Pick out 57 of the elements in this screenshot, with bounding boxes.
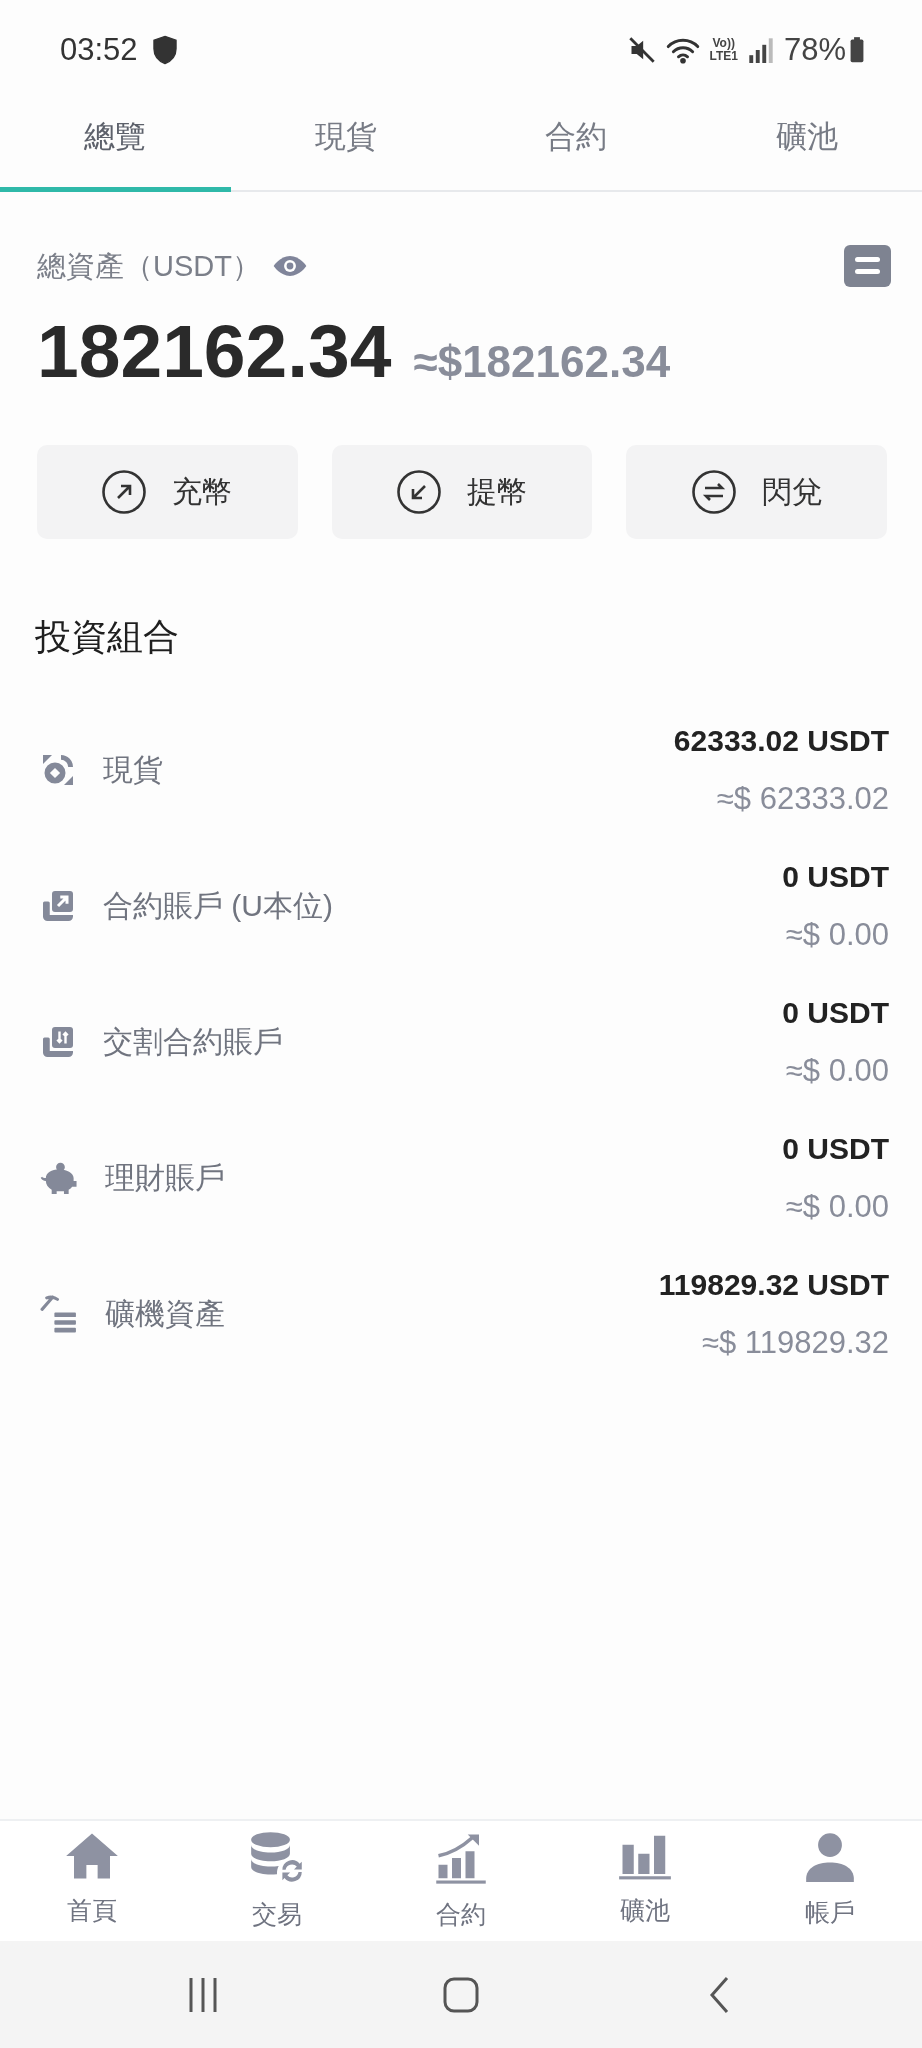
tab[interactable]: 合約 — [461, 100, 692, 192]
menu-icon[interactable] — [844, 245, 891, 287]
total-usd-value: ≈$182162.34 — [413, 337, 671, 387]
tab[interactable]: 現貨 — [230, 100, 461, 192]
tab[interactable]: 總覽 — [0, 100, 231, 192]
action-button[interactable]: 充幣 — [37, 445, 298, 539]
account-usd-value: ≈$ 119829.32 — [701, 1324, 889, 1362]
home-button-icon[interactable] — [443, 1976, 479, 2013]
mute-icon — [627, 36, 656, 64]
nav-item[interactable]: 首頁 — [0, 1821, 185, 1941]
tab[interactable]: 礦池 — [691, 100, 922, 192]
card-exchange-icon — [40, 1024, 76, 1060]
pickaxe-list-icon — [40, 1294, 78, 1334]
account-name: 現貨 — [103, 752, 163, 788]
action-button[interactable]: 閃兌 — [626, 445, 887, 539]
action-button[interactable]: 提幣 — [331, 445, 593, 539]
total-assets-label: 總資產（USDT） — [37, 249, 261, 284]
nav-item[interactable]: 合約 — [368, 1821, 554, 1941]
bar-chart-arrow-icon[interactable] — [434, 1831, 488, 1885]
piggy-bank-icon — [40, 1161, 78, 1195]
coin-diamond-icon — [40, 752, 76, 788]
battery-icon — [850, 37, 864, 63]
nav-item[interactable]: 礦池 — [553, 1821, 738, 1941]
account-balance: 0 USDT — [782, 995, 889, 1031]
back-icon[interactable] — [709, 1975, 729, 2014]
battery-percentage: 78% — [783, 31, 846, 69]
nav-item[interactable]: 交易 — [184, 1821, 369, 1941]
user-icon[interactable] — [803, 1831, 856, 1883]
total-balance: 182162.34 — [37, 309, 392, 393]
account-usd-value: ≈$ 0.00 — [785, 1188, 889, 1226]
account-balance: 0 USDT — [782, 1131, 889, 1167]
account-balance: 62333.02 USDT — [673, 723, 889, 759]
account-usd-value: ≈$ 62333.02 — [716, 780, 889, 818]
card-arrow-icon — [40, 888, 76, 924]
account-usd-value: ≈$ 0.00 — [785, 1052, 889, 1090]
network-label: LTE1 — [709, 50, 738, 63]
arrow-down-left-icon — [397, 470, 441, 514]
database-sync-icon[interactable] — [248, 1831, 305, 1885]
volte-label: Vo)) — [712, 37, 735, 50]
nav-item[interactable]: 帳戶 — [737, 1821, 922, 1941]
account-name: 理財賬戶 — [105, 1160, 225, 1196]
status-time: 03:52 — [60, 31, 138, 69]
signal-icon — [747, 37, 774, 63]
account-balance: 0 USDT — [782, 859, 889, 895]
recent-apps-icon[interactable] — [188, 1976, 218, 2013]
shield-icon — [151, 35, 178, 65]
arrow-up-right-icon — [102, 470, 147, 514]
swap-icon — [691, 470, 736, 514]
home-icon[interactable] — [65, 1831, 120, 1881]
account-usd-value: ≈$ 0.00 — [785, 916, 889, 954]
portfolio-title: 投資組合 — [35, 615, 180, 659]
account-name: 交割合約賬戶 — [103, 1024, 283, 1060]
account-balance: 119829.32 USDT — [658, 1267, 889, 1303]
account-name: 礦機資產 — [105, 1296, 225, 1332]
account-name: 合約賬戶 (U本位) — [103, 888, 333, 924]
eye-icon[interactable] — [272, 255, 307, 277]
wifi-icon — [665, 36, 700, 64]
